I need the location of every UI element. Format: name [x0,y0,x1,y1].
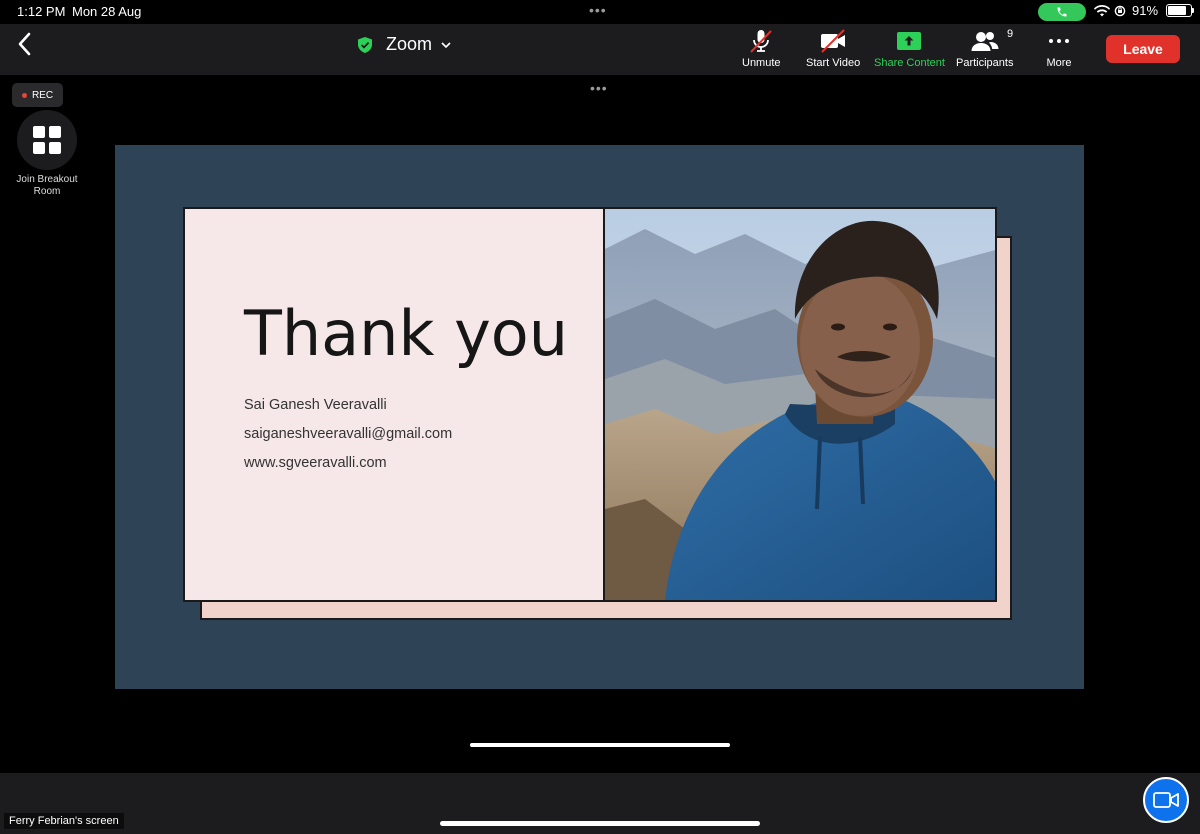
recording-badge[interactable]: REC [12,83,63,107]
slide-card: Thank you Sai Ganesh Veeravalli saiganes… [183,207,997,602]
share-screen-icon [897,32,922,50]
muted-microphone-icon [750,30,772,53]
battery-icon [1166,4,1195,17]
slide-presenter-email: saiganeshveeravalli@gmail.com [244,426,453,442]
leave-button[interactable]: Leave [1106,35,1180,63]
battery-percent: 91% [1132,3,1159,18]
participants-count: 9 [1007,28,1014,40]
join-breakout-room-button[interactable] [17,110,77,170]
camera-icon [1153,792,1179,808]
screen-owner-label: Ferry Febrian's screen [4,813,124,829]
share-content-label: Share Content [874,57,945,69]
multitasking-dots-icon[interactable]: ••• [589,2,607,18]
participants-icon [971,32,999,51]
call-indicator-pill[interactable] [1038,3,1086,21]
chevron-left-icon [18,32,31,56]
more-dots-icon [1049,39,1069,43]
start-video-label: Start Video [806,57,861,69]
share-content-button[interactable]: Share Content [874,28,945,69]
presenter-photo [605,209,995,600]
meeting-title-dropdown[interactable]: Zoom [356,34,452,55]
slide-text-panel: Thank you Sai Ganesh Veeravalli saiganes… [185,209,605,600]
content-options-dots-icon[interactable]: ••• [590,80,608,96]
back-button[interactable] [12,30,40,58]
wifi-icon [1094,4,1110,16]
orientation-lock-icon [1114,5,1126,16]
presenter-photo-image [605,209,995,600]
recording-dot-icon [21,92,27,98]
join-breakout-room-label: Join Breakout Room [16,174,78,197]
chevron-down-icon [441,41,451,48]
status-bar: 1:12 PM Mon 28 Aug ••• 91% [0,0,1200,24]
status-time: 1:12 PM [17,4,66,19]
shared-screen-home-bar [470,743,730,747]
status-icons: 91% [1094,3,1195,18]
participants-button[interactable]: Participants [956,28,1013,69]
unmute-label: Unmute [742,57,781,69]
start-video-button[interactable]: Start Video [806,28,860,69]
slide-presenter-name: Sai Ganesh Veeravalli [244,397,387,413]
slide-presenter-website: www.sgveeravalli.com [244,455,387,471]
more-button[interactable]: More [1046,28,1072,69]
home-indicator[interactable] [440,821,760,826]
recording-label: REC [31,89,54,101]
unmute-button[interactable]: Unmute [742,28,781,69]
status-date: Mon 28 Aug [72,4,142,19]
meeting-toolbar: Zoom Unmute Start Video Share Content Pa… [0,24,1200,75]
meeting-title: Zoom [386,34,433,54]
video-off-icon [821,29,846,53]
breakout-grid-icon [33,126,61,154]
shield-check-icon [358,36,372,53]
participants-label: Participants [956,57,1014,69]
slide-heading: Thank you [244,297,568,370]
video-tile-button[interactable] [1143,777,1189,823]
phone-icon [1057,7,1067,17]
more-label: More [1046,57,1072,69]
